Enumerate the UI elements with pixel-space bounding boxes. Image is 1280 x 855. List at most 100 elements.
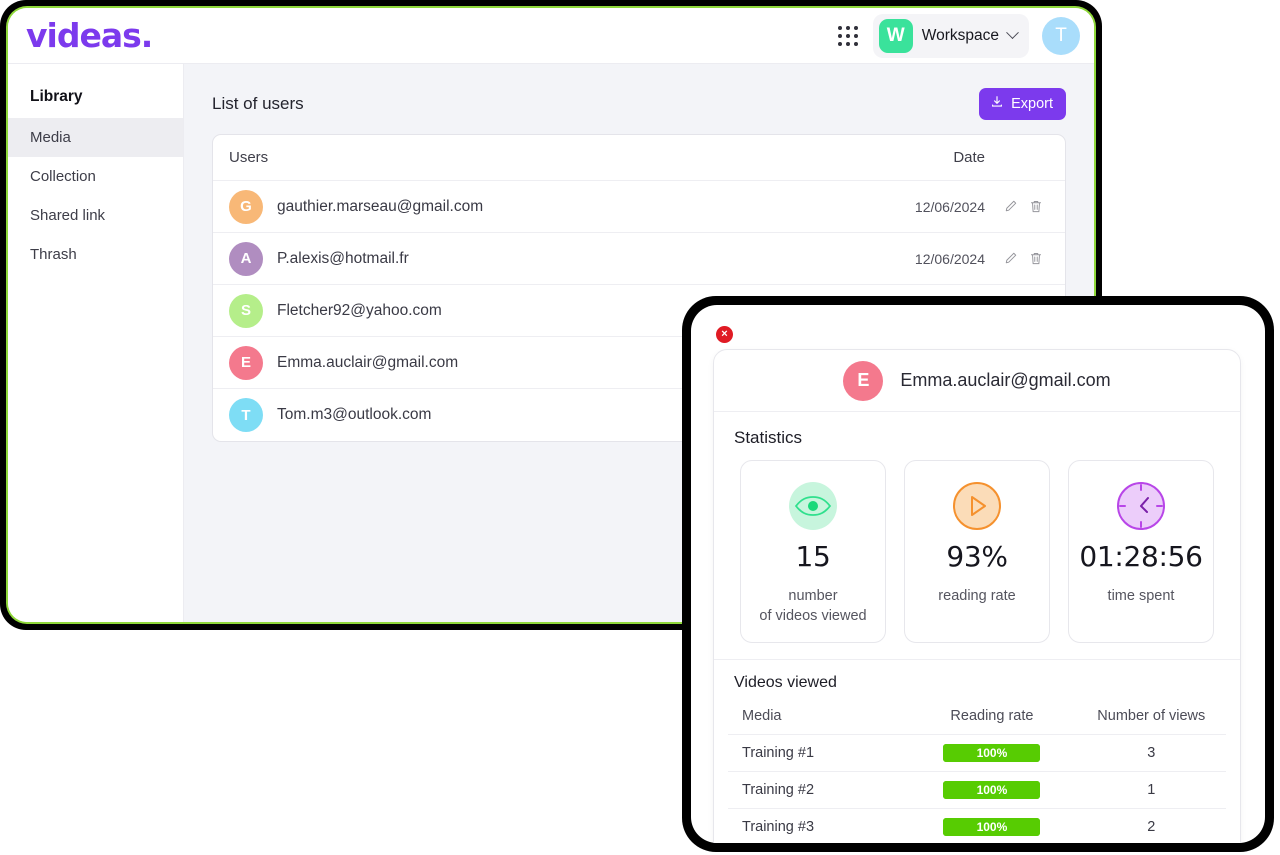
avatar: E: [843, 360, 884, 401]
stat-value: 15: [795, 540, 831, 573]
modal-card: E Emma.auclair@gmail.com Statistics 15 n…: [713, 349, 1241, 843]
avatar: T: [229, 398, 263, 432]
sidebar: Library Media Collection Shared link Thr…: [8, 64, 184, 622]
media-name: Training #1: [728, 734, 908, 773]
stat-label: number of videos viewed: [749, 587, 877, 626]
sidebar-item-media[interactable]: Media: [8, 118, 183, 157]
workspace-selector[interactable]: W Workspace: [872, 13, 1029, 58]
progress-bar-label: 100%: [976, 820, 1008, 835]
eye-icon: [749, 478, 877, 534]
stat-value: 93%: [946, 540, 1008, 573]
views-count: 3: [1076, 734, 1226, 773]
progress-bar: 100%: [943, 781, 1041, 800]
delete-icon[interactable]: [1029, 251, 1043, 266]
avatar: G: [229, 189, 263, 224]
videos-viewed-table: Media Reading rate Number of views Train…: [728, 698, 1226, 843]
table-row[interactable]: G gauthier.marseau@gmail.com 12/06/2024: [213, 181, 1065, 233]
stat-label: reading rate: [938, 588, 1016, 604]
detail-modal-frame: × E Emma.auclair@gmail.com Statistics 15…: [682, 296, 1274, 852]
statistics-title: Statistics: [734, 428, 803, 447]
avatar: S: [229, 293, 263, 328]
table-row[interactable]: A P.alexis@hotmail.fr 12/06/2024: [213, 233, 1065, 285]
column-header-media: Media: [728, 698, 908, 736]
user-email: gauthier.marseau@gmail.com: [277, 197, 484, 215]
grid-dot: [853, 33, 858, 38]
user-email: Emma.auclair@gmail.com: [277, 353, 459, 371]
column-header-number-of-views: Number of views: [1076, 698, 1226, 736]
download-icon: [990, 95, 1004, 113]
views-count: 2: [1076, 808, 1226, 843]
progress-bar-label: 100%: [976, 746, 1008, 761]
sidebar-item-thrash[interactable]: Thrash: [8, 235, 183, 274]
users-table-header: Users Date: [213, 135, 1065, 181]
stat-label-line2: of videos viewed: [759, 607, 867, 624]
user-email: P.alexis@hotmail.fr: [277, 249, 409, 267]
play-icon: [913, 478, 1041, 534]
progress-bar-label: 100%: [976, 783, 1008, 798]
export-button[interactable]: Export: [979, 88, 1066, 120]
topbar-right-group: W Workspace T: [836, 13, 1080, 58]
media-name: Training #2: [728, 771, 908, 810]
avatar: E: [229, 345, 263, 380]
user-email: Fletcher92@yahoo.com: [277, 301, 442, 319]
grid-dot: [845, 33, 850, 38]
stat-label-line1: number: [788, 588, 838, 604]
user-email: Tom.m3@outlook.com: [277, 406, 432, 423]
grid-dot: [837, 33, 842, 38]
workspace-label: Workspace: [921, 26, 999, 44]
stat-label: time spent: [1107, 588, 1175, 604]
grid-dot: [853, 25, 858, 30]
reading-rate-cell: 100%: [907, 734, 1077, 773]
reading-rate-cell: 100%: [907, 808, 1077, 843]
table-row: Training #2 100% 1: [728, 771, 1226, 810]
stat-card-reading-rate: 93% reading rate: [904, 460, 1050, 644]
column-header-reading-rate: Reading rate: [907, 698, 1077, 736]
sidebar-item-collection[interactable]: Collection: [8, 157, 183, 196]
screenshot-stage: videas. W Workspace T Library Media Coll…: [0, 0, 1280, 855]
modal-user-email: Emma.auclair@gmail.com: [900, 370, 1111, 390]
row-actions: [985, 251, 1043, 266]
clock-icon: [1077, 478, 1205, 534]
stat-value: 01:28:56: [1079, 540, 1203, 573]
user-cell: G gauthier.marseau@gmail.com: [229, 189, 865, 224]
sidebar-item-shared-link[interactable]: Shared link: [8, 196, 183, 235]
user-date: 12/06/2024: [914, 250, 985, 267]
grid-dot: [837, 41, 842, 46]
apps-grid-icon[interactable]: [836, 24, 860, 48]
sidebar-header-library: Library: [30, 88, 83, 105]
export-button-label: Export: [1011, 96, 1053, 112]
user-date: 12/06/2024: [914, 198, 985, 215]
app-topbar: videas. W Workspace T: [8, 8, 1094, 64]
grid-dot: [837, 25, 842, 30]
column-header-users: Users: [229, 149, 269, 166]
table-row: Training #3 100% 2: [728, 808, 1226, 843]
statistics-cards: 15 number of videos viewed 93% reading r…: [728, 460, 1226, 644]
videos-viewed-title: Videos viewed: [734, 674, 837, 692]
videos-viewed-section: Videos viewed Media Reading rate Number …: [714, 660, 1240, 843]
stat-card-time-spent: 01:28:56 time spent: [1068, 460, 1214, 644]
user-detail-modal: × E Emma.auclair@gmail.com Statistics 15…: [691, 305, 1265, 843]
page-title: List of users: [212, 94, 304, 113]
chevron-down-icon: [1006, 26, 1019, 40]
grid-dot: [845, 25, 850, 30]
brand-logo: videas.: [26, 16, 153, 55]
statistics-section: Statistics 15 number of videos viewed 93…: [714, 412, 1240, 661]
reading-rate-cell: 100%: [907, 771, 1077, 810]
grid-dot: [853, 41, 858, 46]
close-icon[interactable]: ×: [716, 326, 733, 343]
column-header-date: Date: [953, 149, 985, 166]
edit-icon[interactable]: [1004, 251, 1018, 266]
row-actions: [985, 199, 1043, 214]
progress-bar: 100%: [943, 744, 1041, 763]
avatar[interactable]: T: [1042, 16, 1080, 55]
grid-dot: [845, 41, 850, 46]
views-count: 1: [1076, 771, 1226, 810]
workspace-badge: W: [878, 18, 913, 53]
delete-icon[interactable]: [1029, 199, 1043, 214]
user-cell: A P.alexis@hotmail.fr: [229, 241, 865, 276]
stat-card-videos-viewed: 15 number of videos viewed: [740, 460, 886, 644]
edit-icon[interactable]: [1004, 199, 1018, 214]
main-header: List of users Export: [212, 88, 1066, 120]
media-name: Training #3: [728, 808, 908, 843]
videos-table-header: Media Reading rate Number of views: [728, 698, 1226, 736]
